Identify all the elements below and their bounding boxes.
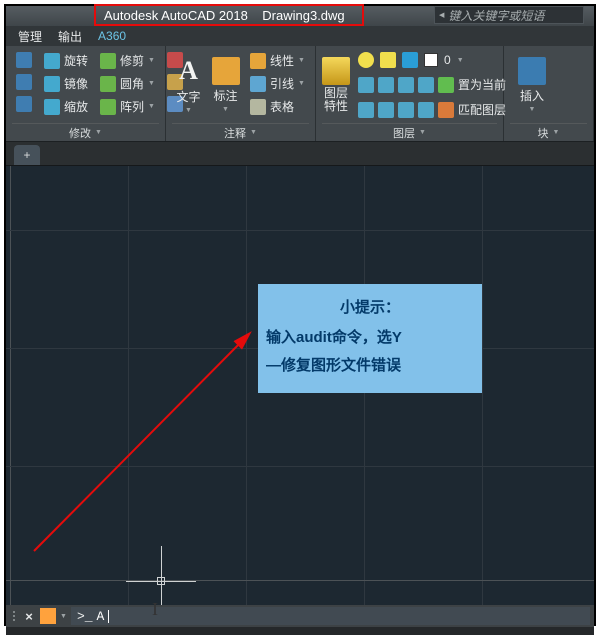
rotate-icon	[44, 53, 60, 69]
layer-lock-all-icon[interactable]	[398, 77, 414, 93]
command-line: × ▼ >_ A	[6, 605, 594, 627]
app-name: Autodesk AutoCAD 2018	[104, 8, 248, 23]
cmdline-dropdown-icon[interactable]: ▼	[60, 613, 67, 620]
dimension-icon	[212, 57, 240, 85]
table-icon	[250, 99, 266, 115]
layer-state-icon[interactable]	[398, 102, 414, 118]
crosshair-cursor	[126, 546, 196, 605]
new-tab-button[interactable]: +	[14, 145, 40, 165]
layer-walk-icon[interactable]	[378, 102, 394, 118]
trim-icon	[100, 53, 116, 69]
drawing-viewport[interactable]: 小提示： 输入audit命令，选Y —修复图形文件错误	[6, 166, 594, 605]
leader-button[interactable]: 引线▼	[246, 73, 309, 94]
menu-strip: 管理 输出 A360	[6, 26, 594, 46]
menu-manage[interactable]: 管理	[18, 28, 42, 45]
menu-output[interactable]: 输出	[58, 28, 82, 45]
scale-icon	[44, 99, 60, 115]
layer-properties-icon	[322, 57, 350, 85]
match-layer-label[interactable]: 匹配图层	[458, 101, 506, 118]
stretch-icon	[16, 96, 32, 112]
title-bar: Autodesk AutoCAD 2018 Drawing3.dwg 键入关键字…	[6, 6, 594, 26]
set-current-icon[interactable]	[438, 77, 454, 93]
file-tab-strip: +	[6, 142, 594, 166]
fillet-icon	[100, 76, 116, 92]
linear-icon	[250, 53, 266, 69]
command-typed: A	[97, 609, 105, 624]
menu-a360[interactable]: A360	[98, 29, 126, 43]
lock-icon[interactable]	[402, 52, 418, 68]
trim-button[interactable]: 修剪▼	[96, 50, 159, 71]
text-cursor	[108, 610, 109, 623]
layer-tool-row-2: 匹配图层	[354, 99, 510, 120]
copy-button[interactable]	[12, 72, 36, 92]
rotate-button[interactable]: 旋转	[40, 50, 92, 71]
copy-icon	[16, 74, 32, 90]
layer-toggle-row: 0 ▼	[354, 50, 510, 70]
cmdline-close-button[interactable]: ×	[22, 609, 36, 624]
leader-icon	[250, 76, 266, 92]
app-title: Autodesk AutoCAD 2018 Drawing3.dwg	[104, 8, 345, 23]
callout-line3: —修复图形文件错误	[266, 357, 401, 374]
insert-block-icon	[518, 57, 546, 85]
keyword-search-input[interactable]: 键入关键字或短语	[434, 6, 584, 24]
layer-state2-icon[interactable]	[418, 102, 434, 118]
panel-annotate-title[interactable]: 注释▼	[172, 123, 309, 141]
move-icon	[16, 52, 32, 68]
keyword-search-placeholder: 键入关键字或短语	[448, 7, 544, 24]
table-button[interactable]: 表格	[246, 96, 309, 117]
layer-previous-icon[interactable]	[358, 102, 374, 118]
file-name: Drawing3.dwg	[262, 8, 344, 23]
array-icon	[100, 99, 116, 115]
layer-freeze-icon[interactable]	[378, 77, 394, 93]
insert-block-button[interactable]: 插入 ▼	[510, 50, 554, 120]
panel-modify-title[interactable]: 修改▼	[12, 123, 159, 141]
dimension-button[interactable]: 标注 ▼	[209, 50, 242, 120]
panel-block: 插入 ▼ 块▼	[504, 46, 594, 141]
panel-layer-title[interactable]: 图层▼	[322, 123, 497, 141]
color-swatch[interactable]	[424, 53, 438, 67]
callout-line2: 输入audit命令，选Y	[266, 329, 402, 346]
mirror-icon	[44, 76, 60, 92]
scale-button[interactable]: 缩放	[40, 96, 92, 117]
panel-layer: 图层 特性 0 ▼	[316, 46, 504, 141]
ibeam-cursor-icon: I	[152, 599, 158, 620]
move-button[interactable]	[12, 50, 36, 70]
layer-isolate-icon[interactable]	[418, 77, 434, 93]
panel-modify: 旋转 镜像 缩放 修剪▼ 圆角▼ 阵列▼ 修改▼	[6, 46, 166, 141]
lightbulb-on-icon[interactable]	[358, 52, 374, 68]
panel-block-title[interactable]: 块▼	[510, 123, 587, 141]
fillet-button[interactable]: 圆角▼	[96, 73, 159, 94]
match-layer-icon[interactable]	[438, 102, 454, 118]
cmdline-customize-icon[interactable]	[40, 608, 56, 624]
layer-tool-row: 置为当前	[354, 74, 510, 95]
set-current-label[interactable]: 置为当前	[458, 76, 506, 93]
command-input[interactable]: >_ A	[71, 607, 590, 625]
mirror-button[interactable]: 镜像	[40, 73, 92, 94]
layer-properties-button[interactable]: 图层 特性	[322, 50, 350, 120]
status-bar	[6, 627, 594, 635]
callout-line1: 小提示：	[340, 299, 400, 316]
linear-button[interactable]: 线性▼	[246, 50, 309, 71]
array-button[interactable]: 阵列▼	[96, 96, 159, 117]
stretch-button[interactable]	[12, 94, 36, 114]
ribbon: 旋转 镜像 缩放 修剪▼ 圆角▼ 阵列▼ 修改▼	[6, 46, 594, 142]
text-button[interactable]: A 文字 ▼	[172, 50, 205, 120]
cmdline-drag-handle[interactable]	[10, 611, 18, 621]
layer-off-icon[interactable]	[358, 77, 374, 93]
command-prompt: >_	[77, 609, 93, 624]
tip-callout: 小提示： 输入audit命令，选Y —修复图形文件错误	[258, 284, 482, 393]
sun-icon[interactable]	[380, 52, 396, 68]
panel-annotate: A 文字 ▼ 标注 ▼ 线性▼ 引线▼ 表格 注释▼	[166, 46, 316, 141]
layer-name[interactable]: 0	[444, 53, 451, 67]
text-icon: A	[179, 56, 198, 86]
